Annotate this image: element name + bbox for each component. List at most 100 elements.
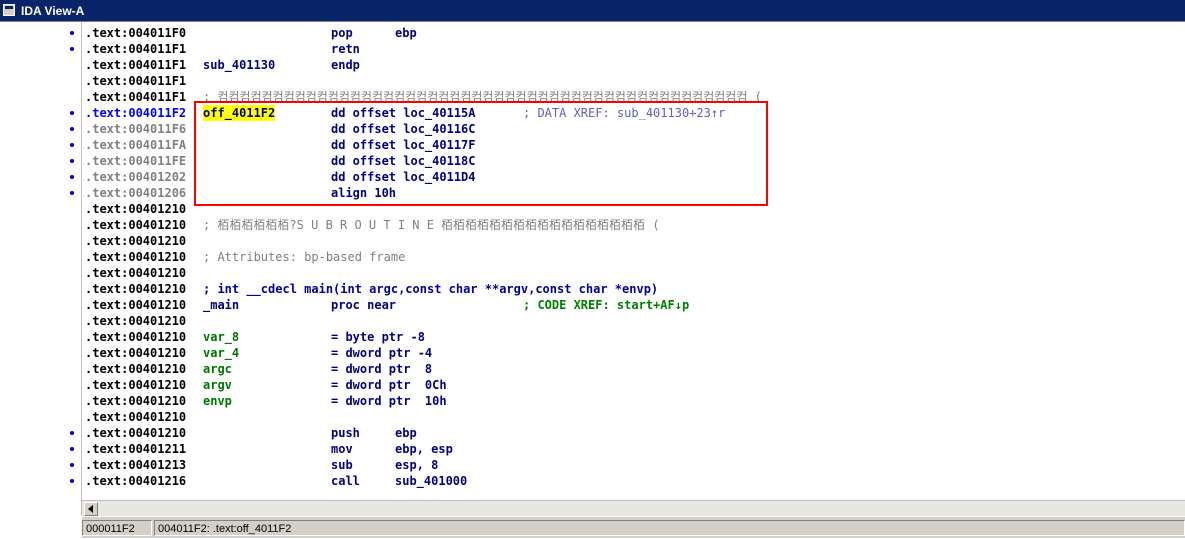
line-instruction: = dword ptr 8: [331, 362, 433, 376]
line-address: .text:00401202: [85, 170, 187, 184]
line-instruction: = dword ptr 10h: [331, 394, 447, 408]
line-instruction: = byte ptr -8: [331, 330, 425, 344]
listing-line[interactable]: .text:00401210 var_4 = dword ptr -4: [82, 345, 1185, 361]
listing-line[interactable]: .text:00401210 envp = dword ptr 10h: [82, 393, 1185, 409]
line-instruction: retn: [331, 42, 360, 56]
window-icon: [3, 4, 15, 16]
line-operand: ebp: [395, 26, 417, 40]
listing-line[interactable]: .text:00401216 call sub_401000: [82, 473, 1185, 489]
line-comment: ; 栢栢栢栢栢栢?S U B R O U T I N E 栢栢栢栢栢栢栢栢栢栢栢…: [203, 218, 660, 232]
line-operand: esp, 8: [395, 458, 439, 472]
line-comment: ; int __cdecl main(int argc,const char *…: [203, 282, 659, 296]
line-marker-dot: [70, 191, 74, 195]
listing-line[interactable]: .text:00401211 mov ebp, esp: [82, 441, 1185, 457]
scroll-left-button[interactable]: [84, 502, 98, 516]
line-address: .text:00401210: [85, 346, 187, 360]
listing-line[interactable]: .text:00401210 argv = dword ptr 0Ch: [82, 377, 1185, 393]
line-operand: ebp: [395, 426, 417, 440]
line-address: .text:00401211: [85, 442, 187, 456]
line-marker-dot: [70, 175, 74, 179]
line-label[interactable]: sub_401130: [203, 57, 275, 73]
line-operand: sub_401000: [395, 474, 468, 488]
line-instruction: call: [331, 474, 360, 488]
listing-line[interactable]: .text:00401210: [82, 233, 1185, 249]
line-marker-dot: [70, 31, 74, 35]
line-address: .text:004011F2: [85, 106, 187, 120]
listing-line[interactable]: .text:00401210 ; Attributes: bp-based fra…: [82, 249, 1185, 265]
line-address: .text:00401213: [85, 458, 187, 472]
horizontal-scrollbar[interactable]: [82, 500, 1185, 516]
line-marker-dot: [70, 463, 74, 467]
line-address: .text:004011FE: [85, 154, 187, 168]
window-title: IDA View-A: [21, 4, 85, 18]
listing-line[interactable]: .text:004011F1 sub_401130 endp: [82, 57, 1185, 73]
listing-line[interactable]: .text:00401210 push ebp: [82, 425, 1185, 441]
line-comment: ; Attributes: bp-based frame: [203, 250, 406, 264]
line-address: .text:004011F1: [85, 74, 187, 88]
listing-line[interactable]: .text:00401210 ; int __cdecl main(int arg…: [82, 281, 1185, 297]
listing-line[interactable]: .text:00401210 argc = dword ptr 8: [82, 361, 1185, 377]
line-instruction: pop: [331, 26, 353, 40]
line-label[interactable]: argv: [203, 377, 232, 393]
line-label[interactable]: argc: [203, 361, 232, 377]
line-marker-dot: [70, 479, 74, 483]
line-address: .text:00401210: [85, 218, 187, 232]
line-marker-dot: [70, 447, 74, 451]
arrows-pane: [0, 22, 82, 516]
line-instruction: mov: [331, 442, 353, 456]
line-address: .text:00401210: [85, 410, 187, 424]
listing-line[interactable]: .text:00401210: [82, 265, 1185, 281]
listing-line[interactable]: .text:00401210 var_8 = byte ptr -8: [82, 329, 1185, 345]
line-address: .text:004011FA: [85, 138, 187, 152]
line-marker-dot: [70, 159, 74, 163]
line-address: .text:004011F0: [85, 26, 187, 40]
line-marker-dot: [70, 47, 74, 51]
listing-line[interactable]: .text:004011F0 pop ebp: [82, 25, 1185, 41]
line-instruction: = dword ptr 0Ch: [331, 378, 447, 392]
line-address: .text:004011F6: [85, 122, 187, 136]
line-label[interactable]: _main: [203, 297, 239, 313]
line-instruction: push: [331, 426, 360, 440]
status-offset: 000011F2: [82, 520, 152, 536]
listing-line[interactable]: .text:00401210 _main proc near ; CODE XREF:…: [82, 297, 1185, 313]
line-address: .text:004011F1: [85, 90, 187, 104]
line-address: .text:00401210: [85, 266, 187, 280]
status-location: 004011F2: .text:off_4011F2: [154, 520, 1185, 536]
line-label[interactable]: envp: [203, 393, 232, 409]
line-address: .text:00401210: [85, 314, 187, 328]
line-marker-dot: [70, 143, 74, 147]
line-address: .text:00401210: [85, 234, 187, 248]
line-address: .text:00401210: [85, 362, 187, 376]
line-marker-dot: [70, 127, 74, 131]
line-address: .text:004011F1: [85, 42, 187, 56]
line-xref-comment: ; CODE XREF: start+AF↓p: [523, 298, 690, 312]
line-label[interactable]: var_8: [203, 329, 239, 345]
line-address: .text:00401216: [85, 474, 187, 488]
line-address: .text:00401210: [85, 378, 187, 392]
disassembly-listing[interactable]: .text:004011F0 pop ebp .text:004011F1 retn .t…: [82, 22, 1185, 500]
line-label[interactable]: var_4: [203, 345, 239, 361]
line-address: .text:004011F1: [85, 58, 187, 72]
line-address: .text:00401206: [85, 186, 187, 200]
status-bar: 000011F2 004011F2: .text:off_4011F2: [0, 516, 1185, 539]
line-marker-dot: [70, 431, 74, 435]
line-instruction: = dword ptr -4: [331, 346, 433, 360]
listing-line[interactable]: .text:004011F1 retn: [82, 41, 1185, 57]
line-address: .text:00401210: [85, 298, 187, 312]
line-address: .text:00401210: [85, 394, 187, 408]
line-address: .text:00401210: [85, 282, 187, 296]
line-operand: ebp, esp: [395, 442, 453, 456]
listing-line[interactable]: .text:004011F1: [82, 73, 1185, 89]
listing-line[interactable]: .text:00401210 ; 栢栢栢栢栢栢?S U B R O U T I N…: [82, 217, 1185, 233]
listing-line[interactable]: .text:00401210: [82, 409, 1185, 425]
line-address: .text:00401210: [85, 202, 187, 216]
line-address: .text:00401210: [85, 426, 187, 440]
highlight-box: [194, 101, 768, 206]
line-instruction: proc near: [331, 298, 397, 312]
listing-line[interactable]: .text:00401213 sub esp, 8: [82, 457, 1185, 473]
line-address: .text:00401210: [85, 330, 187, 344]
line-address: .text:00401210: [85, 250, 187, 264]
window-titlebar[interactable]: IDA View-A: [0, 0, 1185, 22]
line-instruction: endp: [331, 58, 360, 72]
listing-line[interactable]: .text:00401210: [82, 313, 1185, 329]
